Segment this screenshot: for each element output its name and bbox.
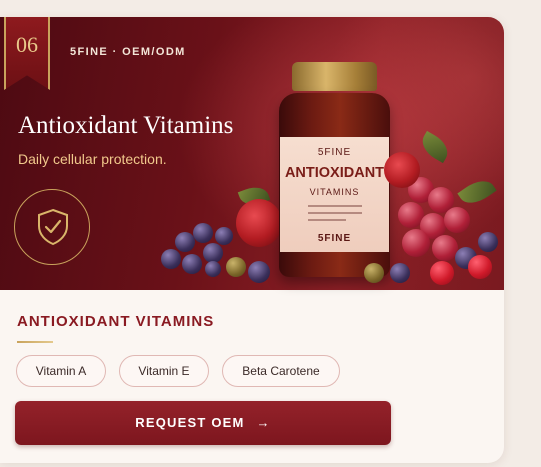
brand-line: 5FINE · OEM/ODM — [70, 46, 186, 58]
blueberry — [205, 261, 221, 277]
leaf-decoration — [417, 130, 453, 164]
bottle-cap — [292, 62, 377, 91]
blueberry — [175, 232, 195, 252]
hero-image: 06 5FINE · OEM/ODM Antioxidant Vitamins … — [0, 17, 504, 290]
raspberry — [468, 255, 492, 279]
label-sub: VITAMINS — [309, 187, 360, 197]
blueberry — [193, 223, 213, 243]
blueberry — [182, 254, 202, 274]
tag-vitamin-a[interactable]: Vitamin A — [16, 355, 106, 387]
blueberry — [248, 261, 270, 283]
leaf-decoration — [457, 174, 497, 210]
blueberry — [215, 227, 233, 245]
berry — [364, 263, 384, 283]
section-title: ANTIOXIDANT VITAMINS — [17, 313, 215, 330]
bottle-label: 5FINE ANTIOXIDANT VITAMINS 5FINE — [280, 137, 389, 252]
blueberry — [390, 263, 410, 283]
grape — [444, 207, 470, 233]
tag-beta-carotene[interactable]: Beta Carotene — [222, 355, 340, 387]
raspberry — [430, 261, 454, 285]
shield-check-icon — [38, 208, 68, 246]
tag-vitamin-e[interactable]: Vitamin E — [119, 355, 209, 387]
label-name: ANTIOXIDANT — [284, 165, 385, 181]
cta-label: REQUEST OEM — [135, 415, 245, 430]
label-brand-bottom: 5FINE — [317, 233, 352, 244]
blueberry — [478, 232, 498, 252]
label-fine-print — [308, 205, 362, 226]
pomegranate — [236, 199, 282, 247]
blueberry — [161, 249, 181, 269]
arrow-right-icon: → — [256, 415, 271, 430]
product-card: 06 5FINE · OEM/ODM Antioxidant Vitamins … — [0, 17, 504, 463]
hero-subtitle: Daily cellular protection. — [18, 151, 167, 167]
pomegranate — [384, 152, 420, 188]
blueberry — [203, 243, 223, 263]
label-brand: 5FINE — [317, 147, 352, 158]
shield-badge — [14, 189, 90, 265]
title-divider — [17, 341, 53, 343]
ribbon-number: 06 — [16, 32, 38, 57]
request-oem-button[interactable]: REQUEST OEM → — [15, 401, 391, 445]
number-ribbon: 06 — [4, 17, 50, 90]
grape — [402, 229, 430, 257]
hero-title: Antioxidant Vitamins — [18, 112, 234, 139]
berry — [226, 257, 246, 277]
